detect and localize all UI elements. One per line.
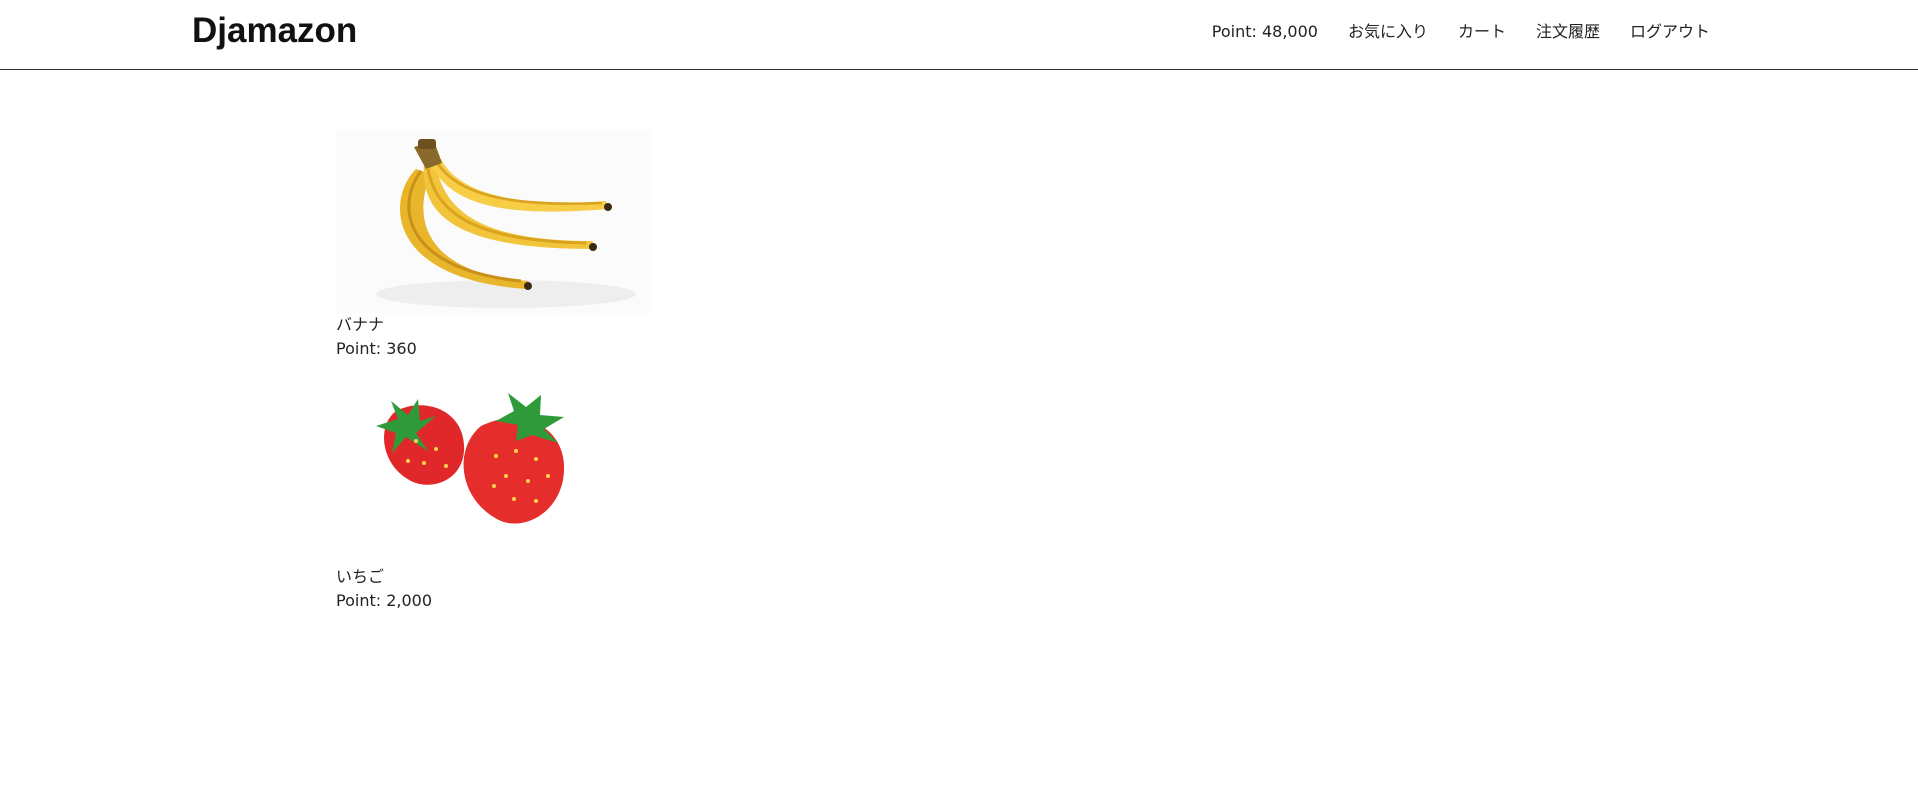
- top-nav: Point: 48,000 お気に入り カート 注文履歴 ログアウト: [1212, 20, 1720, 44]
- product-name[interactable]: バナナ: [336, 313, 736, 337]
- product-name[interactable]: いちご: [336, 565, 736, 589]
- brand-logo[interactable]: Djamazon: [192, 10, 357, 52]
- product-list: バナナ Point: 360 いちご Point: 2,000: [336, 129, 736, 633]
- top-header: Djamazon Point: 48,000 お気に入り カート 注文履歴 ログ…: [0, 0, 1918, 70]
- product-price: Point: 2,000: [336, 591, 433, 610]
- product-card-strawberry: いちご Point: 2,000: [336, 381, 736, 613]
- user-points: Point: 48,000: [1211, 22, 1318, 41]
- nav-logout[interactable]: ログアウト: [1620, 20, 1720, 44]
- nav-favorites[interactable]: お気に入り: [1338, 20, 1438, 44]
- product-price: Point: 360: [336, 339, 417, 358]
- strawberry-image[interactable]: [336, 381, 652, 565]
- product-card-banana: バナナ Point: 360: [336, 129, 736, 361]
- nav-order-history[interactable]: 注文履歴: [1526, 20, 1610, 44]
- nav-cart[interactable]: カート: [1448, 20, 1516, 44]
- banana-image[interactable]: [336, 129, 652, 313]
